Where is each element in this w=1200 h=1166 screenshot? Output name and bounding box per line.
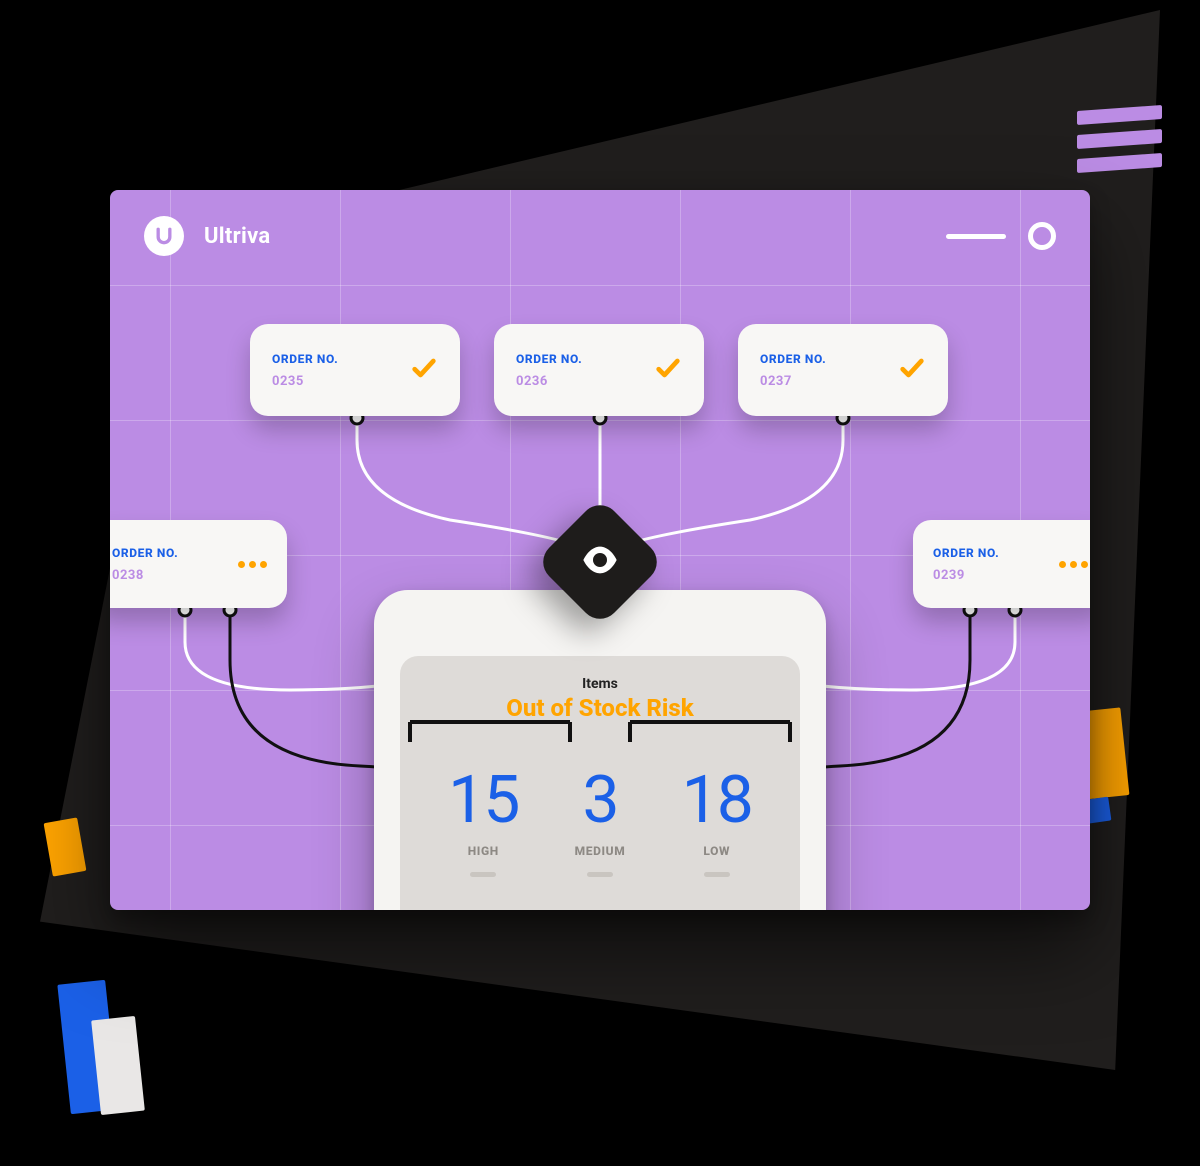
window-minimize-button[interactable] — [946, 234, 1006, 239]
order-label: ORDER NO. — [112, 546, 178, 560]
order-label: ORDER NO. — [760, 352, 826, 366]
risk-label: Out of Stock Risk — [420, 694, 780, 722]
order-card[interactable]: ORDER NO. 0239 — [913, 520, 1090, 608]
check-icon — [410, 354, 438, 386]
metric-category: HIGH — [448, 844, 518, 858]
check-icon — [654, 354, 682, 386]
items-label: Items — [420, 676, 780, 692]
pending-icon — [1059, 561, 1088, 568]
titlebar: Ultriva — [110, 190, 1090, 282]
check-icon — [898, 354, 926, 386]
metric-value: 18 — [682, 768, 752, 834]
order-number: 0237 — [760, 374, 826, 389]
brand-logo-icon — [144, 216, 184, 256]
metric-category: MEDIUM — [575, 844, 626, 858]
decor-chip — [91, 1016, 145, 1115]
metric-category: LOW — [682, 844, 752, 858]
order-card[interactable]: ORDER NO. 0237 — [738, 324, 948, 416]
metric-underline — [587, 872, 613, 877]
order-card[interactable]: ORDER NO. 0236 — [494, 324, 704, 416]
metric-underline — [470, 872, 496, 877]
brand-name: Ultriva — [204, 224, 271, 249]
metric-underline — [704, 872, 730, 877]
metric-high[interactable]: 15 HIGH — [448, 768, 518, 877]
order-label: ORDER NO. — [516, 352, 582, 366]
accent-bars-icon — [1077, 105, 1162, 173]
pending-icon — [238, 561, 267, 568]
order-number: 0239 — [933, 568, 999, 583]
metric-low[interactable]: 18 LOW — [682, 768, 752, 877]
eye-icon — [580, 540, 620, 584]
metric-medium[interactable]: 3 MEDIUM — [575, 768, 626, 877]
app-window: Ultriva — [110, 190, 1090, 910]
stock-risk-panel: Items Out of Stock Risk 15 HIGH 3 MEDIUM… — [374, 590, 826, 910]
order-label: ORDER NO. — [933, 546, 999, 560]
metric-value: 15 — [448, 768, 518, 834]
window-close-button[interactable] — [1028, 222, 1056, 250]
metric-value: 3 — [575, 768, 626, 834]
order-number: 0236 — [516, 374, 582, 389]
order-number: 0238 — [112, 568, 178, 583]
order-label: ORDER NO. — [272, 352, 338, 366]
order-number: 0235 — [272, 374, 338, 389]
order-card[interactable]: ORDER NO. 0235 — [250, 324, 460, 416]
order-card[interactable]: ORDER NO. 0238 — [110, 520, 287, 608]
